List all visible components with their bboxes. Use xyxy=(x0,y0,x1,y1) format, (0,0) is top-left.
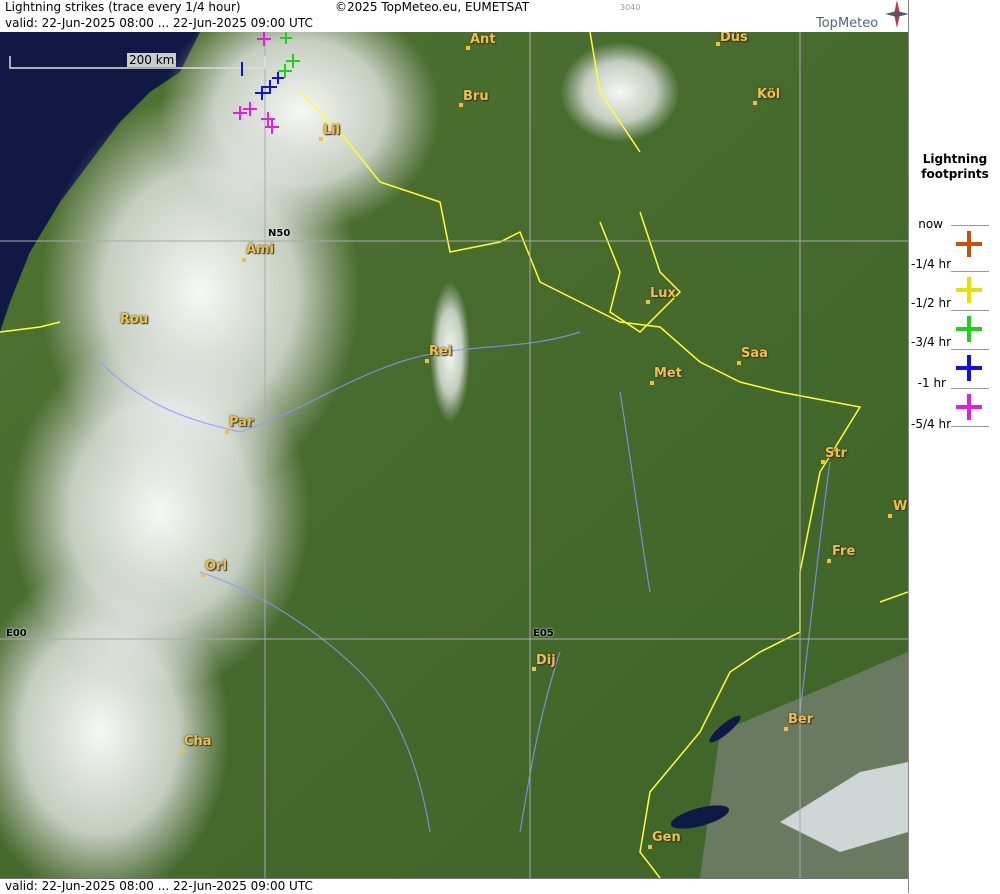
legend-row-now: now xyxy=(909,217,1000,257)
city-rou[interactable]: Rou xyxy=(120,312,148,327)
legend-divider xyxy=(951,225,989,226)
legend-row-hour: -1 hr xyxy=(909,370,1000,420)
city-marker xyxy=(648,845,652,849)
map-footer: valid: 22-Jun-2025 08:00 ... 22-Jun-2025… xyxy=(0,878,908,894)
legend-label: -3/4 hr xyxy=(911,335,951,349)
city-marker xyxy=(425,359,429,363)
city-ami[interactable]: Ami xyxy=(246,242,274,257)
valid-time-bottom: valid: 22-Jun-2025 08:00 ... 22-Jun-2025… xyxy=(5,879,313,893)
copyright-notice: ©2025 TopMeteo.eu, EUMETSAT xyxy=(335,0,530,14)
lon-label-e00: E00 xyxy=(6,628,27,639)
legend-row-five-quarter: -5/4 hr xyxy=(909,409,1000,445)
city-fre[interactable]: Fre xyxy=(832,544,855,559)
city-marker xyxy=(737,361,741,365)
legend-divider xyxy=(951,271,989,272)
city-gen[interactable]: Gen xyxy=(652,830,681,845)
city-bru[interactable]: Bru xyxy=(463,89,489,104)
legend-row-quarter: -1/4 hr xyxy=(909,253,1000,303)
legend-row-three-quarter: -3/4 hr xyxy=(909,331,1000,381)
lat-label-n50: N50 xyxy=(268,228,291,239)
city-dus[interactable]: Düs xyxy=(720,32,748,45)
city-kol[interactable]: Köl xyxy=(757,87,780,102)
compass-icon xyxy=(885,0,909,28)
legend-row-half: -1/2 hr xyxy=(909,292,1000,342)
city-marker xyxy=(827,559,831,563)
legend-divider xyxy=(951,388,989,389)
legend-divider xyxy=(951,426,989,427)
city-par[interactable]: Par xyxy=(229,415,253,430)
legend-label: -5/4 hr xyxy=(911,417,951,431)
city-lux[interactable]: Lux xyxy=(650,286,676,301)
city-orl[interactable]: Orl xyxy=(205,559,227,574)
city-ber[interactable]: Ber xyxy=(788,712,813,727)
city-marker xyxy=(242,258,246,262)
city-marker xyxy=(784,727,788,731)
legend-label: -1/4 hr xyxy=(911,257,951,271)
city-saa[interactable]: Saa xyxy=(741,346,768,361)
city-marker xyxy=(225,430,229,434)
legend-divider xyxy=(951,349,989,350)
city-dij[interactable]: Dij xyxy=(536,653,556,668)
map-code: 3040 xyxy=(620,3,641,12)
city-cha[interactable]: Cha xyxy=(184,734,212,749)
lon-label-e05: E05 xyxy=(533,628,554,639)
city-marker xyxy=(650,381,654,385)
legend-title: Lightning footprints xyxy=(909,152,1000,182)
city-marker xyxy=(888,514,892,518)
map-header: Lightning strikes (trace every 1/4 hour)… xyxy=(0,0,909,32)
scale-label: 200 km xyxy=(127,53,177,67)
city-marker xyxy=(179,749,183,753)
city-str[interactable]: Str xyxy=(825,446,847,461)
legend-label: -1/2 hr xyxy=(911,296,951,310)
legend-title-line2: footprints xyxy=(921,167,989,181)
legend-title-line1: Lightning xyxy=(922,152,988,166)
legend-divider xyxy=(951,310,989,311)
city-lil[interactable]: Lil xyxy=(323,123,340,138)
map-canvas xyxy=(0,32,908,878)
city-ant[interactable]: Ant xyxy=(470,32,496,47)
map-title: Lightning strikes (trace every 1/4 hour) xyxy=(5,0,241,14)
city-rei[interactable]: Rei xyxy=(429,344,452,359)
satellite-map[interactable]: 200 km N50 E00 E05 Ant Düs Bru Köl Lil A… xyxy=(0,32,908,878)
legend-label: -1 hr xyxy=(917,376,946,390)
city-met[interactable]: Met xyxy=(654,366,682,381)
topmeteo-logo: TopMeteo xyxy=(816,16,879,31)
legend-panel: Lightning footprints now -1/4 hr -1/2 hr… xyxy=(908,0,1000,893)
valid-time-top: valid: 22-Jun-2025 08:00 ... 22-Jun-2025… xyxy=(5,16,313,30)
city-w[interactable]: W xyxy=(893,499,907,514)
legend-label: now xyxy=(918,217,943,231)
